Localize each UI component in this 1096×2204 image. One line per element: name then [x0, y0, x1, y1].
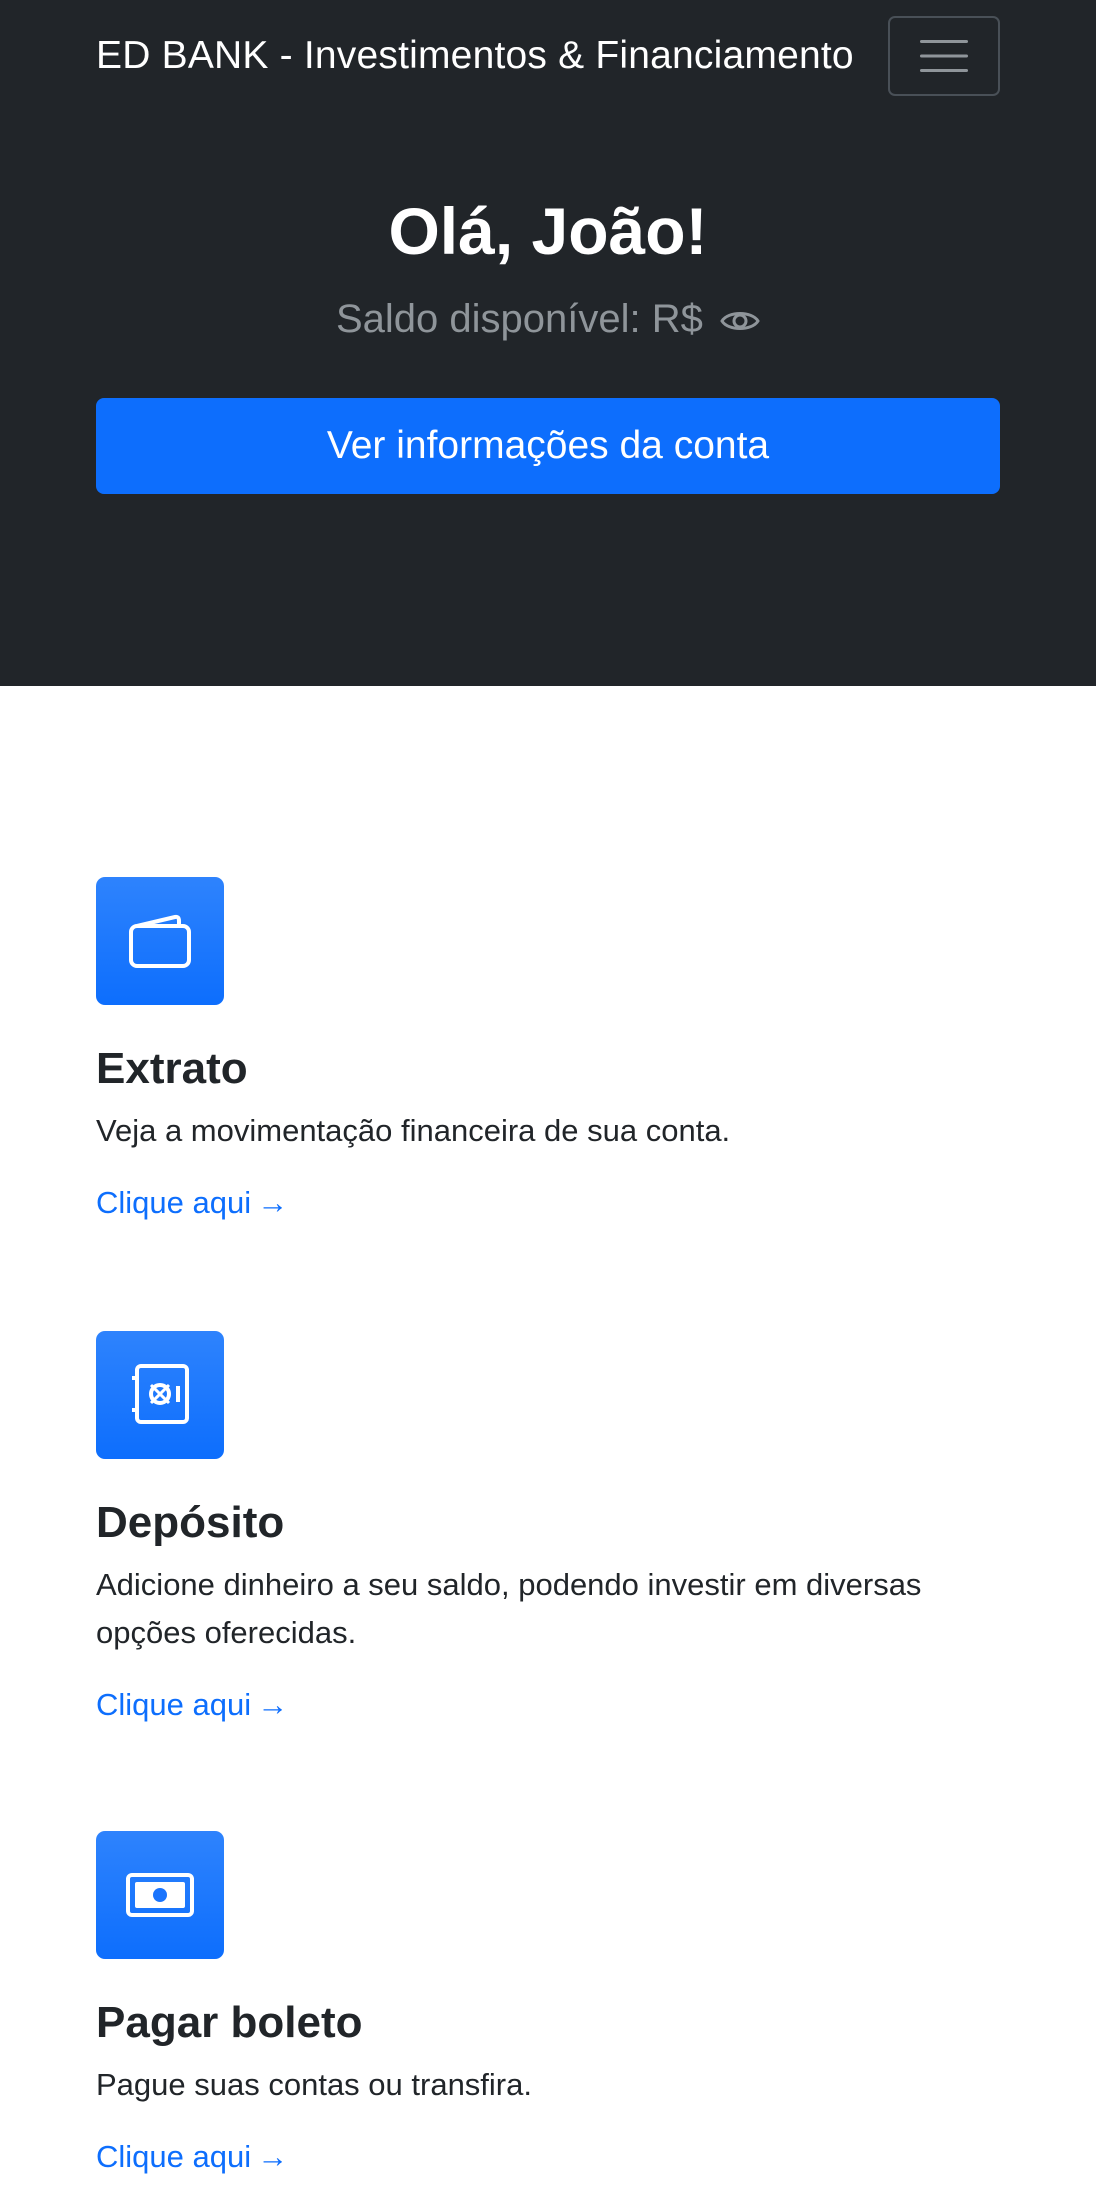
link-label: Clique aqui — [96, 1185, 252, 1220]
hero-section: ED BANK - Investimentos & Financiamento … — [0, 0, 1096, 686]
balance-line: Saldo disponível: R$ — [0, 297, 1096, 346]
menu-toggle-button[interactable] — [888, 16, 1000, 96]
feature-title: Extrato — [96, 1044, 248, 1093]
navbar: ED BANK - Investimentos & Financiamento — [0, 0, 1096, 116]
extrato-link[interactable]: Clique aqui → — [96, 1185, 288, 1221]
feature-title: Pagar boleto — [96, 1998, 363, 2047]
arrow-right-icon: → — [257, 1185, 289, 1220]
wallet-icon — [96, 877, 224, 1005]
arrow-right-icon: → — [257, 1687, 289, 1722]
feature-pagar-boleto: Pagar boleto Pague suas contas ou transf… — [96, 1831, 1000, 2175]
greeting-title: Olá, João! — [388, 194, 708, 268]
feature-description: Veja a movimentação financeira de sua co… — [96, 1113, 731, 1148]
balance-label: Saldo disponível: R$ — [335, 297, 703, 341]
cash-icon — [96, 1831, 224, 1959]
link-label: Clique aqui — [96, 2139, 252, 2174]
arrow-right-icon: → — [257, 2139, 289, 2174]
feature-extrato: Extrato Veja a movimentação financeira d… — [96, 877, 1000, 1221]
feature-description: Pague suas contas ou transfira. — [96, 2067, 532, 2102]
feature-description: Adicione dinheiro a seu saldo, podendo i… — [96, 1567, 922, 1650]
brand-link[interactable]: ED BANK - Investimentos & Financiamento — [96, 34, 854, 78]
safe-icon — [96, 1331, 224, 1459]
pagar-boleto-link[interactable]: Clique aqui → — [96, 2139, 288, 2175]
deposito-link[interactable]: Clique aqui → — [96, 1687, 288, 1723]
eye-icon[interactable] — [720, 301, 760, 346]
link-label: Clique aqui — [96, 1687, 252, 1722]
feature-deposito: Depósito Adicione dinheiro a seu saldo, … — [96, 1331, 1000, 1723]
hamburger-menu-icon — [920, 40, 968, 72]
account-info-button[interactable]: Ver informações da conta — [96, 398, 1000, 494]
feature-title: Depósito — [96, 1498, 285, 1547]
